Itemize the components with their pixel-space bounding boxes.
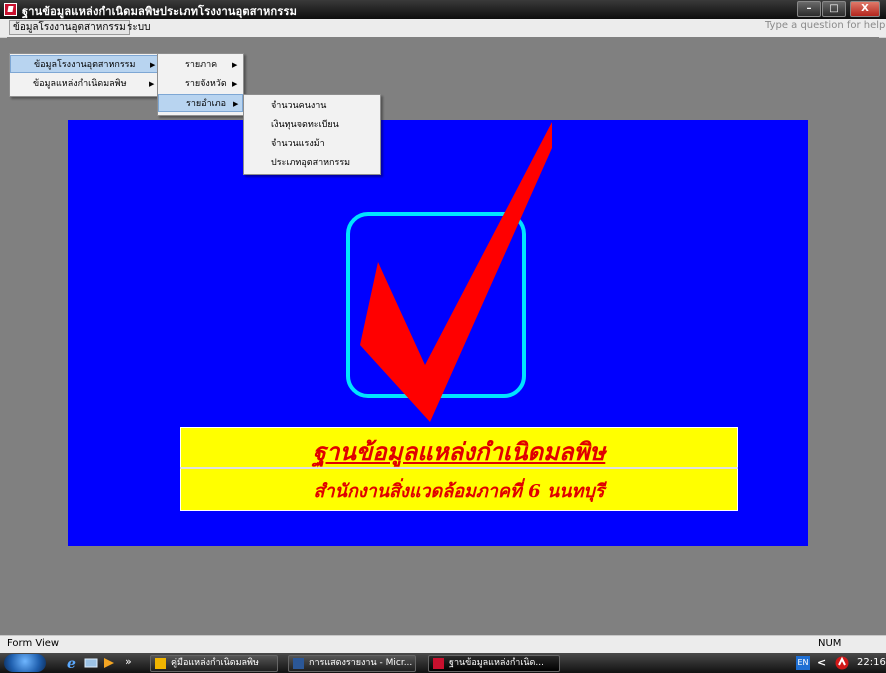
submenu-arrow-icon: ▶ bbox=[233, 100, 239, 108]
close-button[interactable]: X bbox=[850, 1, 880, 17]
banner-title: ฐานข้อมูลแหล่งกำเนิดมลพิษ bbox=[312, 437, 606, 466]
antivirus-tray-icon[interactable] bbox=[834, 655, 850, 671]
taskbar-item-manual[interactable]: คู่มือแหล่งกำเนิดมลพิษ bbox=[150, 655, 278, 672]
menu-item-label: รายอำเภอ bbox=[186, 99, 227, 109]
menu-item-by-district[interactable]: รายอำเภอ ▶ bbox=[158, 94, 243, 112]
quicklaunch-chevron-icon[interactable]: » bbox=[125, 655, 132, 668]
maximize-button[interactable]: □ bbox=[822, 1, 846, 17]
submenu-arrow-icon: ▶ bbox=[232, 80, 238, 88]
menu-item-pollution-source[interactable]: ข้อมูลแหล่งกำเนิดมลพิษ ▶ bbox=[10, 75, 164, 93]
task-label: การแสดงรายงาน - Micr... bbox=[309, 658, 413, 668]
status-bar bbox=[0, 635, 886, 654]
status-view-mode: Form View bbox=[7, 638, 60, 649]
show-desktop-icon[interactable] bbox=[84, 656, 98, 670]
menu-industry-data[interactable]: ข้อมูลโรงงานอุตสาหกรรม bbox=[9, 20, 130, 35]
folder-icon bbox=[155, 658, 166, 669]
menu-item-industry-type[interactable]: ประเภทอุตสาหกรรม bbox=[244, 154, 380, 172]
language-indicator[interactable]: EN bbox=[796, 656, 810, 670]
menu-item-label: ข้อมูลแหล่งกำเนิดมลพิษ bbox=[33, 79, 127, 89]
banner-subtitle: สำนักงานสิ่งแวดล้อมภาคที่ 6 นนทบุรี bbox=[313, 481, 605, 502]
access-icon bbox=[433, 658, 444, 669]
dropdown-region-level: รายภาค ▶ รายจังหวัด ▶ รายอำเภอ ▶ bbox=[157, 53, 244, 116]
submenu-arrow-icon: ▶ bbox=[150, 61, 156, 69]
tray-expand-icon[interactable]: < bbox=[817, 656, 826, 669]
svg-text:e: e bbox=[67, 656, 76, 670]
task-label: คู่มือแหล่งกำเนิดมลพิษ bbox=[171, 658, 259, 668]
checkbox-frame-icon bbox=[346, 212, 526, 398]
menu-item-label: จำนวนแรงม้า bbox=[271, 139, 325, 149]
tray-clock[interactable]: 22:16 bbox=[857, 657, 886, 668]
status-num-lock: NUM bbox=[818, 638, 842, 649]
taskbar-item-database[interactable]: ฐานข้อมูลแหล่งกำเนิด... bbox=[428, 655, 560, 672]
menu-item-by-province[interactable]: รายจังหวัด ▶ bbox=[158, 75, 243, 93]
internet-explorer-icon[interactable]: e bbox=[66, 656, 80, 670]
minimize-button[interactable]: – bbox=[797, 1, 821, 17]
menu-item-label: ข้อมูลโรงงานอุตสาหกรรม bbox=[34, 60, 136, 70]
dropdown-industry-data: ข้อมูลโรงงานอุตสาหกรรม ▶ ข้อมูลแหล่งกำเน… bbox=[9, 53, 165, 97]
menu-item-by-region[interactable]: รายภาค ▶ bbox=[158, 56, 243, 74]
help-search-input[interactable]: Type a question for help bbox=[765, 20, 885, 31]
taskbar-item-report-word[interactable]: การแสดงรายงาน - Micr... bbox=[288, 655, 416, 672]
start-button[interactable] bbox=[4, 654, 46, 672]
menu-item-workers[interactable]: จำนวนคนงาน bbox=[244, 97, 380, 115]
menu-item-label: จำนวนคนงาน bbox=[271, 101, 327, 111]
menu-system[interactable]: ระบบ bbox=[124, 20, 153, 35]
menu-item-capital[interactable]: เงินทุนจดทะเบียน bbox=[244, 116, 380, 134]
menu-item-factory-data[interactable]: ข้อมูลโรงงานอุตสาหกรรม ▶ bbox=[10, 55, 164, 73]
submenu-arrow-icon: ▶ bbox=[232, 61, 238, 69]
window-title: ฐานข้อมูลแหล่งกำเนิดมลพิษประเภทโรงงานอุต… bbox=[22, 5, 298, 18]
menu-item-label: รายภาค bbox=[185, 60, 218, 70]
media-player-icon[interactable] bbox=[102, 656, 116, 670]
word-icon bbox=[293, 658, 304, 669]
menu-item-horsepower[interactable]: จำนวนแรงม้า bbox=[244, 135, 380, 153]
menu-item-label: เงินทุนจดทะเบียน bbox=[271, 120, 339, 130]
menu-item-label: รายจังหวัด bbox=[185, 79, 227, 89]
menu-item-label: ประเภทอุตสาหกรรม bbox=[271, 158, 351, 168]
task-label: ฐานข้อมูลแหล่งกำเนิด... bbox=[449, 658, 544, 668]
dropdown-district-reports: จำนวนคนงาน เงินทุนจดทะเบียน จำนวนแรงม้า … bbox=[243, 94, 381, 175]
app-icon[interactable] bbox=[4, 3, 17, 16]
submenu-arrow-icon: ▶ bbox=[149, 80, 155, 88]
